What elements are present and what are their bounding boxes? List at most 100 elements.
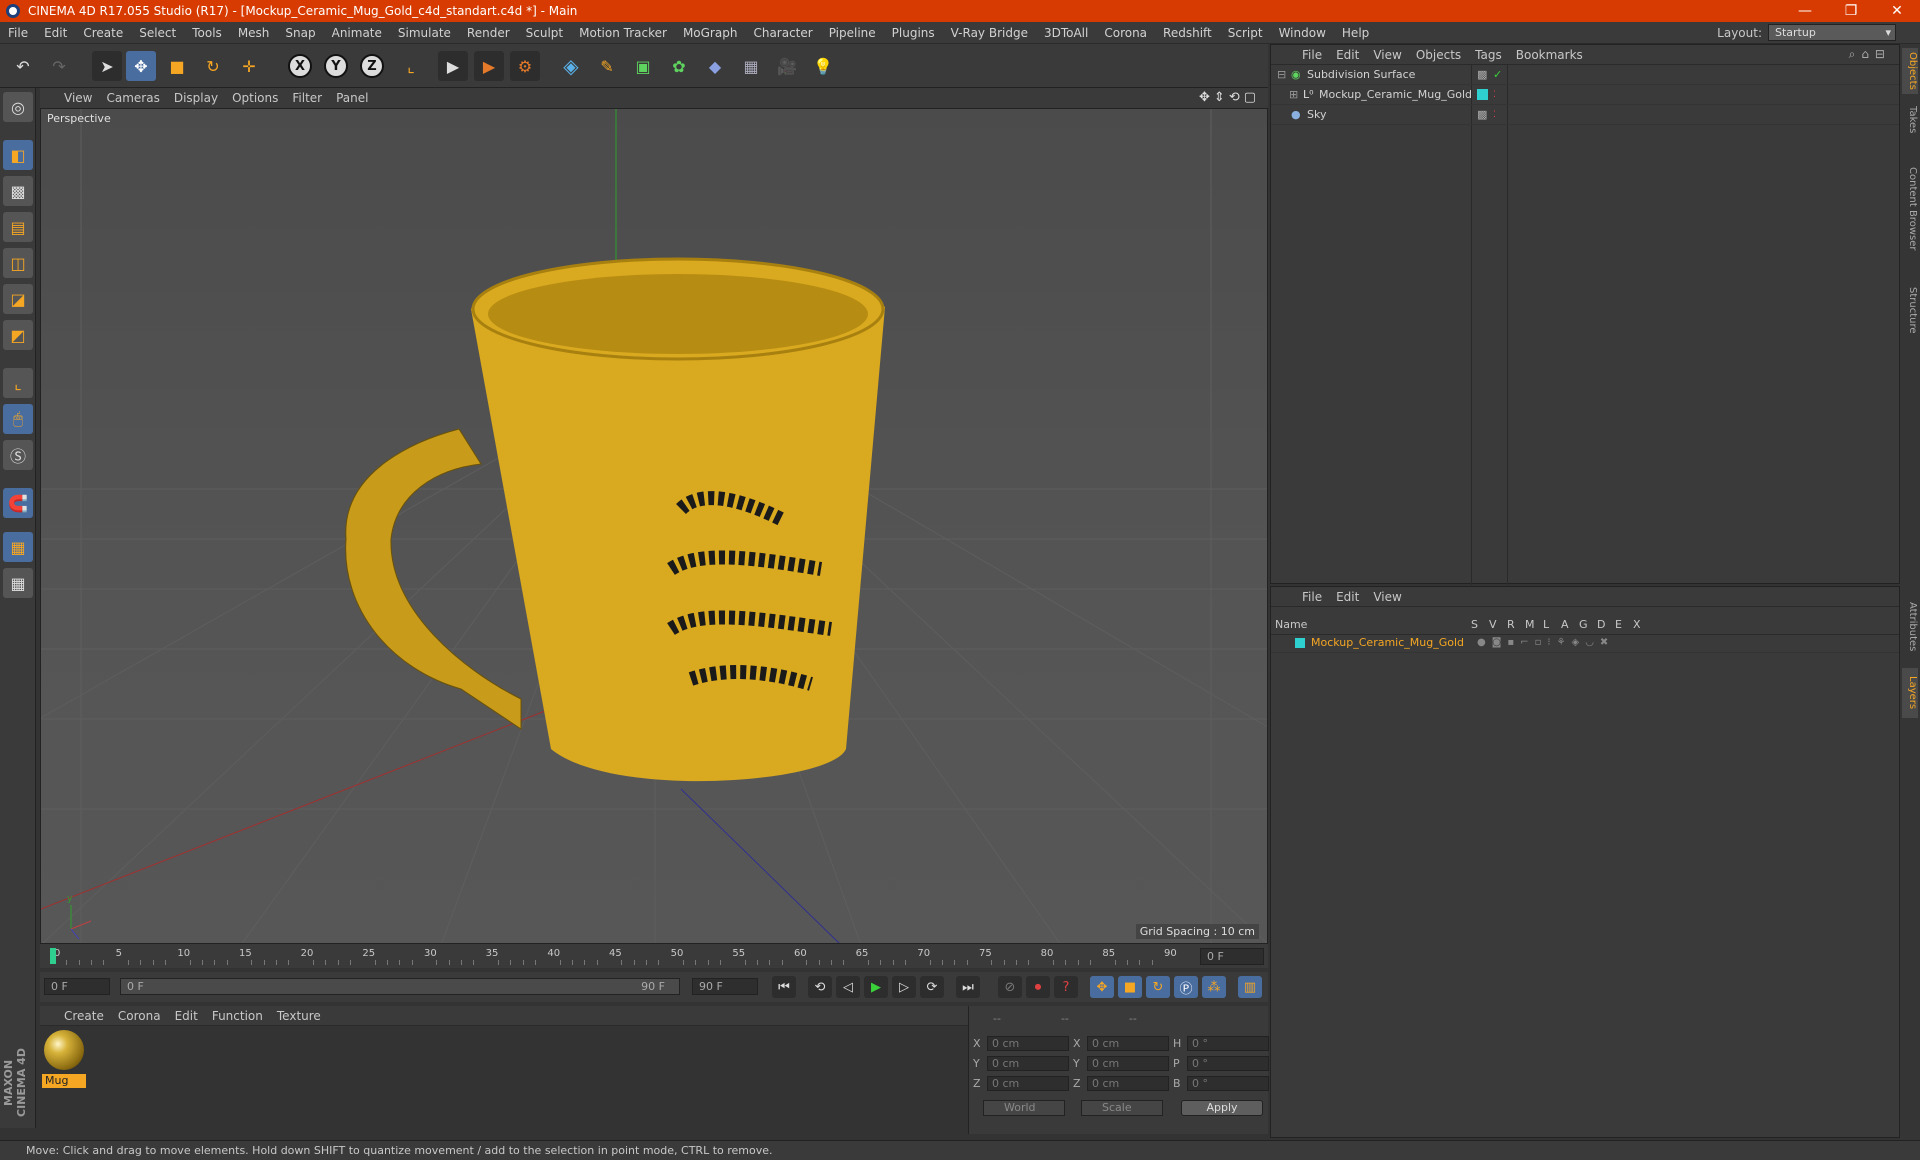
key-point-level-icon[interactable]: ⁂ bbox=[1202, 976, 1226, 998]
floor-scene-icon[interactable]: ▦ bbox=[736, 51, 766, 81]
position-x-field[interactable]: 0 cm bbox=[987, 1036, 1069, 1051]
size-x-field[interactable]: 0 cm bbox=[1087, 1036, 1169, 1051]
key-parameter-icon[interactable]: Ⓟ bbox=[1174, 976, 1198, 998]
cube-primitive-icon[interactable]: ◈ bbox=[556, 51, 586, 81]
viewport-menu-filter[interactable]: Filter bbox=[285, 91, 329, 105]
viewport-menu-display[interactable]: Display bbox=[167, 91, 225, 105]
collapse-icon[interactable]: ⊟ bbox=[1277, 68, 1286, 81]
menu-3dtoall[interactable]: 3DToAll bbox=[1036, 26, 1096, 40]
size-y-field[interactable]: 0 cm bbox=[1087, 1056, 1169, 1071]
mograph-cloner-icon[interactable]: ✿ bbox=[664, 51, 694, 81]
material-swatch-mug[interactable]: Mug bbox=[40, 1026, 90, 1092]
tab-structure[interactable]: Structure bbox=[1902, 280, 1918, 340]
object-menu-bookmarks[interactable]: Bookmarks bbox=[1509, 48, 1590, 62]
object-row-mug[interactable]: ⊞ L⁰ Mockup_Ceramic_Mug_Gold ⁚ bbox=[1271, 85, 1899, 105]
deformer-icon[interactable]: ◆ bbox=[700, 51, 730, 81]
maximize-button[interactable]: ❐ bbox=[1828, 0, 1874, 22]
record-active-icon[interactable]: ⏺ bbox=[1026, 976, 1050, 998]
frame-range-slider[interactable]: 0 F 90 F bbox=[120, 978, 680, 995]
model-mode-icon[interactable]: ◧ bbox=[3, 140, 33, 170]
texture-mode-icon[interactable]: ▩ bbox=[3, 176, 33, 206]
layer-menu-edit[interactable]: Edit bbox=[1329, 590, 1366, 604]
z-axis-lock-icon[interactable]: Z bbox=[360, 54, 384, 78]
visibility-dots-icon[interactable]: ▩ bbox=[1477, 108, 1487, 121]
layer-toggle-icons[interactable]: ●◙▪⌐▫⁝⚘◈◡✖ bbox=[1477, 637, 1614, 648]
next-frame-icon[interactable]: ▷ bbox=[892, 976, 916, 998]
polygons-mode-icon[interactable]: ◩ bbox=[3, 320, 33, 350]
tab-layers[interactable]: Layers bbox=[1902, 668, 1918, 718]
next-key-icon[interactable]: ⟳ bbox=[920, 976, 944, 998]
rotation-h-field[interactable]: 0 ° bbox=[1187, 1036, 1269, 1051]
render-picture-viewer-icon[interactable]: ▶ bbox=[474, 51, 504, 81]
menu-pipeline[interactable]: Pipeline bbox=[821, 26, 884, 40]
viewport-menu-panel[interactable]: Panel bbox=[329, 91, 375, 105]
subdivision-nurbs-icon[interactable]: ▣ bbox=[628, 51, 658, 81]
edges-mode-icon[interactable]: ◪ bbox=[3, 284, 33, 314]
points-mode-icon[interactable]: ◫ bbox=[3, 248, 33, 278]
current-frame-field[interactable]: 0 F bbox=[1200, 948, 1264, 965]
snapping-icon[interactable]: 🧲 bbox=[3, 488, 33, 518]
key-rotation-icon[interactable]: ↻ bbox=[1146, 976, 1170, 998]
enabled-check-icon[interactable]: ✓ bbox=[1493, 68, 1502, 81]
object-manager-search-icon[interactable]: ⌕⌂⊟ bbox=[1849, 47, 1891, 62]
material-menu-edit[interactable]: Edit bbox=[168, 1009, 205, 1023]
camera-icon[interactable]: 🎥 bbox=[772, 51, 802, 81]
autokey-icon[interactable]: ? bbox=[1054, 976, 1078, 998]
tab-objects[interactable]: Objects bbox=[1902, 48, 1918, 94]
make-editable-icon[interactable]: ◎ bbox=[3, 92, 33, 122]
menu-window[interactable]: Window bbox=[1271, 26, 1334, 40]
material-menu-corona[interactable]: Corona bbox=[111, 1009, 168, 1023]
position-z-field[interactable]: 0 cm bbox=[987, 1076, 1069, 1091]
menu-plugins[interactable]: Plugins bbox=[884, 26, 943, 40]
layer-menu-view[interactable]: View bbox=[1366, 590, 1408, 604]
playhead-marker[interactable] bbox=[50, 948, 56, 964]
menu-motion-tracker[interactable]: Motion Tracker bbox=[571, 26, 675, 40]
viewport-menu-options[interactable]: Options bbox=[225, 91, 285, 105]
material-menu-function[interactable]: Function bbox=[205, 1009, 270, 1023]
coordinate-space-dropdown[interactable]: World bbox=[983, 1100, 1065, 1116]
size-mode-dropdown[interactable]: Scale bbox=[1081, 1100, 1163, 1116]
minimize-button[interactable]: — bbox=[1782, 0, 1828, 22]
move-tool-icon[interactable]: ✥ bbox=[126, 51, 156, 81]
tweak-mode-icon[interactable]: 🖱 bbox=[3, 404, 33, 434]
tab-content-browser[interactable]: Content Browser bbox=[1902, 144, 1918, 274]
menu-edit[interactable]: Edit bbox=[36, 26, 75, 40]
menu-create[interactable]: Create bbox=[75, 26, 131, 40]
menu-script[interactable]: Script bbox=[1220, 26, 1271, 40]
key-position-icon[interactable]: ✥ bbox=[1090, 976, 1114, 998]
expand-icon[interactable]: ⊞ bbox=[1289, 88, 1298, 101]
solo-mode-icon[interactable]: Ⓢ bbox=[3, 440, 33, 470]
tab-takes[interactable]: Takes bbox=[1902, 100, 1918, 140]
planar-workplane-icon[interactable]: ▦ bbox=[3, 568, 33, 598]
menu-tools[interactable]: Tools bbox=[184, 26, 230, 40]
key-scale-icon[interactable]: ■ bbox=[1118, 976, 1142, 998]
y-axis-lock-icon[interactable]: Y bbox=[324, 54, 348, 78]
workplane-mode-icon[interactable]: ▤ bbox=[3, 212, 33, 242]
close-button[interactable]: ✕ bbox=[1874, 0, 1920, 22]
layer-color-swatch[interactable] bbox=[1295, 637, 1305, 648]
object-menu-view[interactable]: View bbox=[1366, 48, 1408, 62]
mug-model[interactable] bbox=[345, 257, 885, 782]
lock-workplane-icon[interactable]: ▦ bbox=[3, 532, 33, 562]
viewport-nav-icons[interactable]: ✥⇕⟲▢ bbox=[1199, 90, 1260, 105]
menu-select[interactable]: Select bbox=[131, 26, 184, 40]
size-z-field[interactable]: 0 cm bbox=[1087, 1076, 1169, 1091]
go-to-start-icon[interactable]: ⏮ bbox=[772, 976, 796, 998]
render-view-icon[interactable]: ▶ bbox=[438, 51, 468, 81]
menu-file[interactable]: File bbox=[0, 26, 36, 40]
menu-redshift[interactable]: Redshift bbox=[1155, 26, 1220, 40]
end-frame-field[interactable]: 90 F bbox=[692, 978, 758, 995]
object-menu-objects[interactable]: Objects bbox=[1409, 48, 1468, 62]
layer-row-mug[interactable]: Mockup_Ceramic_Mug_Gold ●◙▪⌐▫⁝⚘◈◡✖ bbox=[1271, 633, 1899, 653]
x-axis-lock-icon[interactable]: X bbox=[288, 54, 312, 78]
menu-snap[interactable]: Snap bbox=[277, 26, 323, 40]
redo-icon[interactable]: ↷ bbox=[44, 51, 74, 81]
light-icon[interactable]: 💡 bbox=[808, 51, 838, 81]
previous-key-icon[interactable]: ⟲ bbox=[808, 976, 832, 998]
start-frame-field[interactable]: 0 F bbox=[44, 978, 110, 995]
menu-character[interactable]: Character bbox=[745, 26, 820, 40]
go-to-end-icon[interactable]: ⏭ bbox=[956, 976, 980, 998]
menu-mograph[interactable]: MoGraph bbox=[675, 26, 746, 40]
menu-sculpt[interactable]: Sculpt bbox=[518, 26, 571, 40]
material-menu-texture[interactable]: Texture bbox=[270, 1009, 328, 1023]
